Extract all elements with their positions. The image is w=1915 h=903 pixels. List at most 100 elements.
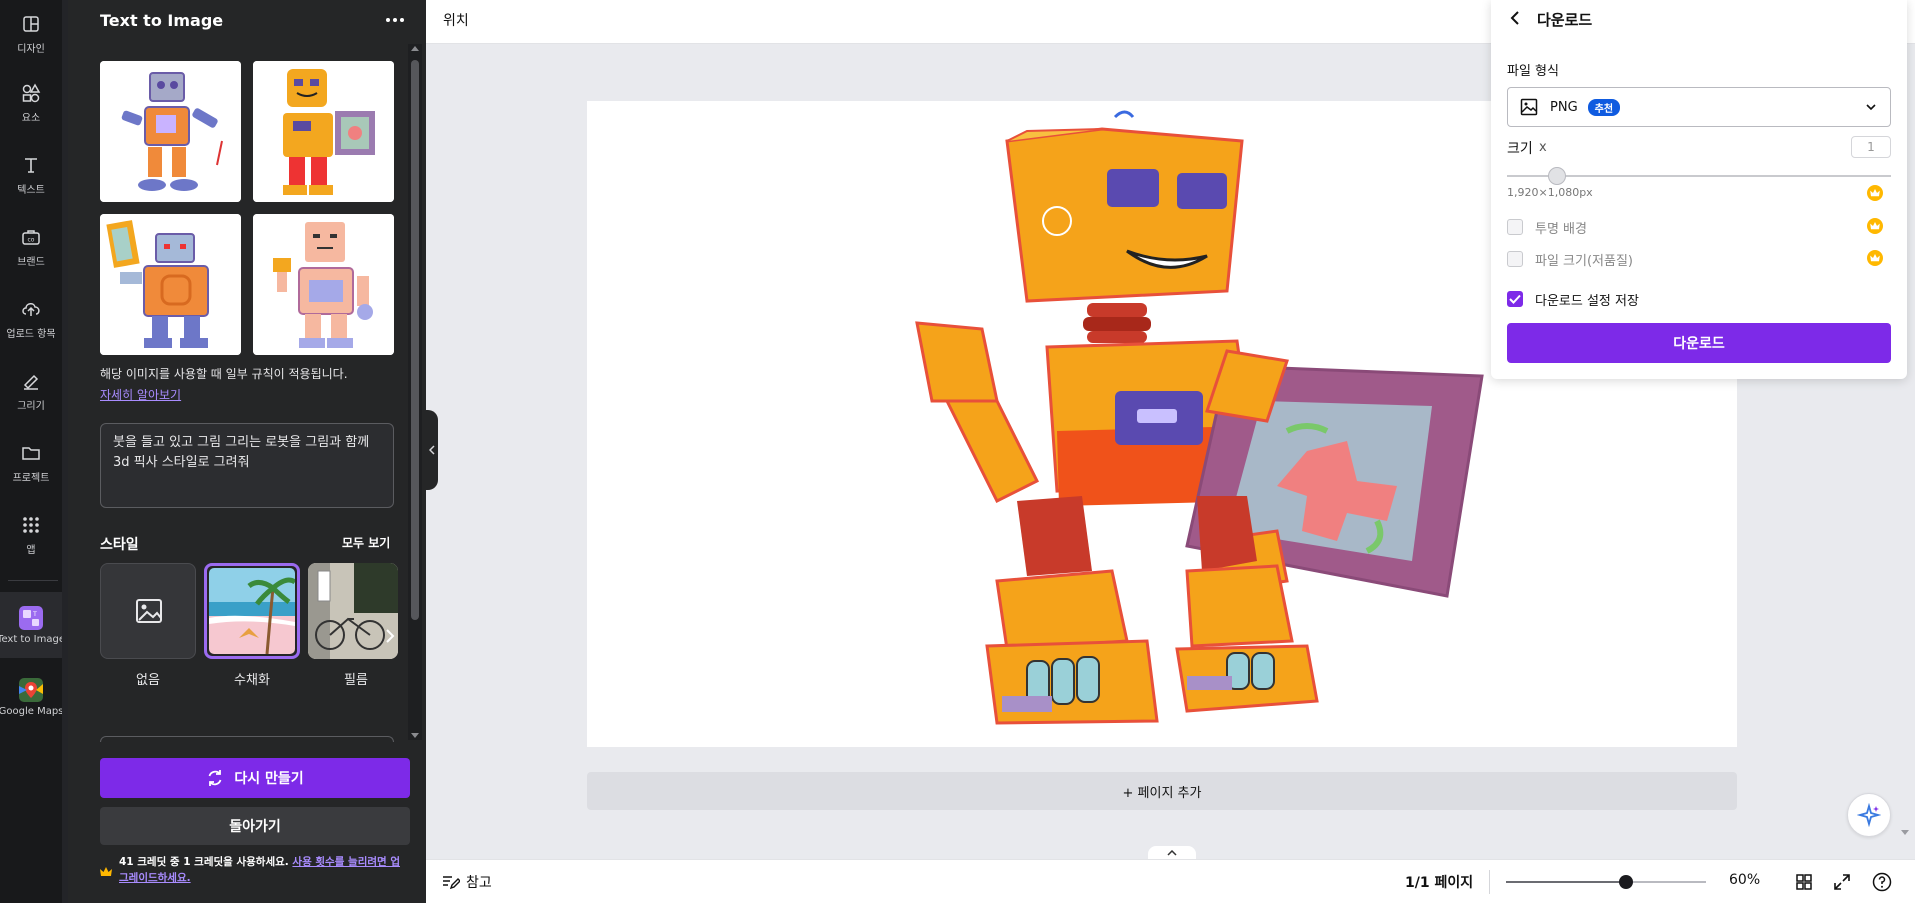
- rail-item-label: 요소: [21, 112, 41, 124]
- style-label-film: 필름: [344, 673, 368, 688]
- add-page-button[interactable]: + 페이지 추가: [587, 772, 1737, 810]
- collapse-panel-handle[interactable]: [426, 410, 438, 490]
- grid-view-icon: [1796, 874, 1812, 890]
- styles-next-button[interactable]: [384, 628, 400, 646]
- rail-item-text-to-image[interactable]: T Text to Image: [0, 592, 65, 658]
- rail-item-label: 프로젝트: [12, 472, 50, 484]
- scroll-down-arrow-icon[interactable]: [411, 733, 419, 738]
- draw-icon: [19, 369, 43, 393]
- size-multiplier-symbol: x: [1539, 140, 1547, 155]
- rail-item-label: 그리기: [17, 400, 45, 412]
- regenerate-button[interactable]: 다시 만들기: [100, 758, 410, 798]
- rail-item-brand[interactable]: co 브랜드: [0, 213, 62, 279]
- rail-item-uploads[interactable]: 업로드 항목: [0, 285, 62, 351]
- zoom-slider-fill: [1506, 881, 1626, 883]
- rail-item-label: 텍스트: [17, 184, 45, 196]
- download-back-button[interactable]: [1505, 8, 1525, 28]
- usage-rules-text: 해당 이미지를 사용할 때 일부 규칙이 적용됩니다.: [100, 367, 348, 381]
- text-to-image-icon: T: [19, 605, 43, 630]
- crown-icon: [100, 862, 112, 876]
- generated-image-1[interactable]: [100, 61, 241, 202]
- zoom-slider-handle[interactable]: [1619, 875, 1633, 889]
- rail-item-design[interactable]: 디자인: [0, 0, 62, 66]
- chevron-left-icon: [1510, 11, 1519, 25]
- transparent-background-checkbox[interactable]: [1507, 219, 1523, 235]
- credit-notice: 41 크레딧 중 1 크레딧을 사용하세요. 사용 횟수를 늘리려면 업그레이드…: [119, 854, 409, 886]
- rail-item-elements[interactable]: 요소: [0, 69, 62, 135]
- save-download-settings-checkbox[interactable]: [1507, 291, 1523, 307]
- rail-item-projects[interactable]: 프로젝트: [0, 429, 62, 495]
- generated-image-4[interactable]: [253, 214, 394, 355]
- help-button[interactable]: [1871, 871, 1893, 893]
- zoom-level[interactable]: 60%: [1729, 872, 1760, 888]
- compress-file-label: 파일 크기(저품질): [1535, 254, 1633, 269]
- help-icon: [1872, 872, 1892, 892]
- more-icon: [386, 18, 404, 22]
- generated-image-2[interactable]: [253, 61, 394, 202]
- image-placeholder-icon: [136, 599, 162, 623]
- zoom-slider-track[interactable]: [1506, 881, 1706, 883]
- crown-icon: [1867, 185, 1883, 201]
- rail-item-google-maps[interactable]: Google Maps: [0, 664, 64, 730]
- show-pages-toggle[interactable]: [1148, 846, 1196, 860]
- prompt-textarea[interactable]: 붓을 들고 있고 그림 그리는 로봇을 그림과 함께 3d 픽사 스타일로 그려…: [100, 423, 394, 508]
- transparent-background-label: 투명 배경: [1535, 222, 1587, 237]
- scroll-up-arrow-icon[interactable]: [411, 46, 419, 51]
- checkmark-icon: [1509, 294, 1521, 304]
- style-label-none: 없음: [136, 673, 160, 688]
- magic-assistant-button[interactable]: [1847, 793, 1891, 837]
- size-label: 크기: [1507, 141, 1533, 157]
- rail-item-draw[interactable]: 그리기: [0, 357, 62, 423]
- credit-usage-text: 41 크레딧 중 1 크레딧을 사용하세요.: [119, 856, 289, 868]
- size-input[interactable]: 1: [1851, 136, 1891, 158]
- grid-view-button[interactable]: [1793, 871, 1815, 893]
- style-option-watercolor[interactable]: [204, 563, 300, 659]
- rail-item-apps[interactable]: 앱: [0, 501, 62, 567]
- panel-scrollbar[interactable]: [408, 44, 422, 740]
- upload-icon: [19, 297, 43, 321]
- chevron-left-icon: [429, 445, 435, 455]
- fullscreen-button[interactable]: [1831, 871, 1853, 893]
- rail-item-label: 브랜드: [17, 256, 45, 268]
- rail-item-label: Google Maps: [0, 705, 64, 717]
- svg-text:co: co: [28, 236, 35, 243]
- style-option-none[interactable]: [100, 563, 196, 659]
- text-to-image-panel: Text to Image 해당 이미지를 사용할 때 일부 규칙이 적용됩니다…: [68, 0, 426, 903]
- rail-item-label: 디자인: [17, 43, 45, 55]
- learn-more-link[interactable]: 자세히 알아보기: [100, 386, 181, 403]
- file-type-select[interactable]: PNG 추천: [1507, 87, 1891, 127]
- rail-item-label: 업로드 항목: [6, 328, 56, 340]
- compress-file-checkbox[interactable]: [1507, 251, 1523, 267]
- elements-icon: [19, 81, 43, 105]
- rail-item-text[interactable]: 텍스트: [0, 141, 62, 207]
- image-file-icon: [1520, 98, 1538, 116]
- design-icon: [19, 12, 43, 36]
- left-rail: 디자인 요소 텍스트 co 브랜드 업로드 항목 그리기 프로젝트 앱 T Te…: [0, 0, 68, 903]
- bottom-divider: [1489, 870, 1490, 894]
- page-indicator[interactable]: 1/1 페이지: [1405, 872, 1473, 892]
- download-title: 다운로드: [1537, 11, 1593, 29]
- brand-icon: co: [19, 225, 43, 249]
- notes-label: 참고: [466, 875, 492, 891]
- position-button[interactable]: 위치: [443, 10, 469, 30]
- sparkle-icon: [1857, 803, 1881, 827]
- generated-image-3[interactable]: [100, 214, 241, 355]
- apps-icon: [19, 513, 43, 537]
- chevron-up-icon: [1167, 850, 1177, 856]
- fullscreen-icon: [1834, 874, 1850, 890]
- size-slider-handle[interactable]: [1547, 167, 1566, 185]
- go-back-button[interactable]: 돌아가기: [100, 807, 410, 845]
- download-button[interactable]: 다운로드: [1507, 323, 1891, 363]
- notes-button[interactable]: 참고: [442, 872, 492, 892]
- crown-icon: [1867, 250, 1883, 266]
- size-slider-track[interactable]: [1507, 167, 1891, 185]
- save-download-settings-label: 다운로드 설정 저장: [1535, 294, 1639, 309]
- file-type-value: PNG: [1550, 99, 1578, 115]
- panel-scroll-thumb[interactable]: [411, 60, 419, 620]
- more-options-button[interactable]: [382, 8, 408, 32]
- canvas-scroll-down-arrow-icon[interactable]: [1901, 830, 1909, 835]
- refresh-icon: [208, 770, 222, 786]
- rail-divider: [8, 580, 58, 581]
- style-header: 스타일: [100, 537, 139, 553]
- see-all-styles-link[interactable]: 모두 보기: [342, 534, 390, 551]
